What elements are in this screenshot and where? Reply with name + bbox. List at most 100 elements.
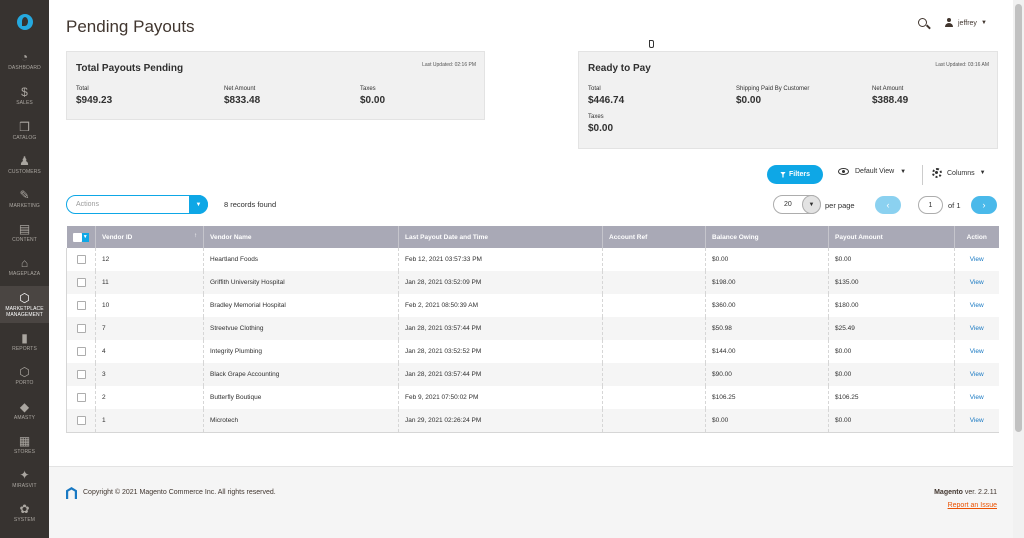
- scrollbar-thumb[interactable]: [1015, 4, 1022, 432]
- cell-account-ref: [602, 294, 706, 317]
- cell-payout-amount: $0.00: [828, 363, 955, 386]
- ready-taxes: Taxes $0.00: [588, 114, 613, 134]
- default-view-dropdown[interactable]: Default View ▼: [838, 168, 906, 175]
- sidebar-item-reports[interactable]: ▮ Reports: [0, 325, 49, 359]
- row-select-cell[interactable]: [66, 340, 96, 363]
- table-row[interactable]: 2 Butterfly Boutique Feb 9, 2021 07:50:02 …: [66, 386, 999, 409]
- sidebar-item-dashboard[interactable]: ◔ Dashboard: [0, 44, 49, 78]
- row-select-cell[interactable]: [66, 386, 96, 409]
- sidebar-item-mageplaza[interactable]: ⌂ Mageplaza: [0, 250, 49, 284]
- column-header-payout-amount[interactable]: Payout Amount: [828, 226, 955, 248]
- metric-value: $446.74: [588, 95, 625, 106]
- checkbox[interactable]: [72, 232, 82, 242]
- cell-payout-amount: $0.00: [828, 248, 955, 271]
- row-select-cell[interactable]: [66, 248, 96, 271]
- column-label: Vendor ID: [102, 233, 133, 241]
- row-select-cell[interactable]: [66, 294, 96, 317]
- column-header-vendor-name[interactable]: Vendor Name: [203, 226, 399, 248]
- chevron-down-icon[interactable]: ▼: [802, 195, 821, 214]
- page-number-input[interactable]: 1: [918, 196, 943, 214]
- magento-logo[interactable]: [0, 0, 49, 44]
- cell-vendor-id: 11: [95, 271, 204, 294]
- chevron-right-icon: ›: [982, 200, 986, 210]
- table-header-row: ▼ Vendor ID ↑ Vendor Name Last Payout Dat…: [66, 226, 999, 248]
- cell-vendor-name: Integrity Plumbing: [203, 340, 399, 363]
- column-label: Action: [966, 233, 987, 241]
- row-checkbox[interactable]: [76, 278, 86, 287]
- search-icon[interactable]: [916, 16, 932, 32]
- sidebar-item-amasty[interactable]: ◆ Amasty: [0, 394, 49, 428]
- cell-account-ref: [602, 409, 706, 433]
- view-link[interactable]: View: [970, 256, 984, 263]
- columns-dropdown[interactable]: Columns ▼: [932, 168, 986, 178]
- next-page-button[interactable]: ›: [971, 196, 997, 214]
- mass-select-header[interactable]: ▼: [66, 226, 96, 248]
- column-header-last-payout[interactable]: Last Payout Date and Time: [398, 226, 603, 248]
- view-link[interactable]: View: [970, 325, 984, 332]
- row-select-cell[interactable]: [66, 409, 96, 433]
- row-checkbox[interactable]: [76, 347, 86, 356]
- cell-vendor-name: Black Grape Accounting: [203, 363, 399, 386]
- row-checkbox[interactable]: [76, 415, 86, 425]
- sidebar-item-content[interactable]: ▤ Content: [0, 216, 49, 250]
- row-checkbox[interactable]: [76, 393, 86, 402]
- view-link[interactable]: View: [970, 302, 984, 309]
- page-scrollbar[interactable]: [1013, 0, 1024, 538]
- sidebar-item-marketplace-management[interactable]: ⬡ Marketplace Management: [0, 286, 49, 323]
- cell-vendor-id: 7: [95, 317, 204, 340]
- column-header-vendor-id[interactable]: Vendor ID ↑: [95, 226, 204, 248]
- metric-label: Net Amount: [872, 86, 904, 92]
- view-link[interactable]: View: [970, 371, 984, 378]
- sidebar-item-sales[interactable]: $ Sales: [0, 79, 49, 113]
- view-link[interactable]: View: [970, 417, 984, 424]
- table-row[interactable]: 12 Heartland Foods Feb 12, 2021 03:57:33 P…: [66, 248, 999, 271]
- table-row[interactable]: 11 Griffith University Hospital Jan 28, 20…: [66, 271, 999, 294]
- mass-select-checkbox[interactable]: ▼: [72, 232, 89, 242]
- sidebar-item-stores[interactable]: ▦ Stores: [0, 428, 49, 462]
- sidebar-item-label: Mirasvit: [12, 483, 37, 489]
- row-checkbox[interactable]: [76, 301, 86, 310]
- user-menu[interactable]: jeffrey ▼: [944, 18, 987, 28]
- table-row[interactable]: 3 Black Grape Accounting Jan 28, 2021 03:5…: [66, 363, 999, 386]
- sidebar-item-mirasvit[interactable]: ✦ Mirasvit: [0, 462, 49, 496]
- filters-button[interactable]: Filters: [767, 165, 823, 184]
- row-select-cell[interactable]: [66, 317, 96, 340]
- sidebar-item-label: Content: [12, 237, 37, 243]
- filters-label: Filters: [788, 171, 810, 178]
- pending-net-amount: Net Amount $833.48: [224, 86, 260, 106]
- row-checkbox[interactable]: [76, 324, 86, 333]
- sidebar-item-catalog[interactable]: ❒ Catalog: [0, 114, 49, 148]
- cell-action: View: [954, 294, 999, 317]
- sidebar-item-system[interactable]: ✿ System: [0, 496, 49, 530]
- ready-shipping-paid: Shipping Paid By Customer $0.00: [736, 86, 809, 106]
- chevron-down-icon[interactable]: ▼: [81, 232, 89, 242]
- table-row[interactable]: 10 Bradley Memorial Hospital Feb 2, 2021 0…: [66, 294, 999, 317]
- sales-icon: $: [21, 85, 28, 99]
- cell-action: View: [954, 386, 999, 409]
- view-link[interactable]: View: [970, 394, 984, 401]
- sidebar-item-marketing[interactable]: ✎ Marketing: [0, 182, 49, 216]
- chevron-down-icon[interactable]: ▼: [189, 195, 208, 214]
- cell-balance-owing: $360.00: [705, 294, 829, 317]
- row-select-cell[interactable]: [66, 271, 96, 294]
- column-label: Vendor Name: [210, 233, 252, 241]
- cell-vendor-id: 1: [95, 409, 204, 433]
- column-header-account-ref[interactable]: Account Ref: [602, 226, 706, 248]
- sidebar-item-porto[interactable]: ⬡ Porto: [0, 359, 49, 393]
- row-checkbox[interactable]: [76, 255, 86, 264]
- report-issue-link[interactable]: Report an Issue: [948, 502, 997, 509]
- previous-page-button[interactable]: ‹: [875, 196, 901, 214]
- table-row[interactable]: 1 Microtech Jan 29, 2021 02:26:24 PM $0.00 $…: [66, 409, 999, 433]
- view-link[interactable]: View: [970, 348, 984, 355]
- column-header-balance-owing[interactable]: Balance Owing: [705, 226, 829, 248]
- cell-last-payout: Jan 28, 2021 03:57:44 PM: [398, 317, 603, 340]
- actions-dropdown[interactable]: Actions ▼: [66, 195, 208, 214]
- row-checkbox[interactable]: [76, 370, 86, 379]
- table-row[interactable]: 7 Streetvue Clothing Jan 28, 2021 03:57:44…: [66, 317, 999, 340]
- cell-balance-owing: $106.25: [705, 386, 829, 409]
- row-select-cell[interactable]: [66, 363, 96, 386]
- sidebar-item-customers[interactable]: ♟ Customers: [0, 148, 49, 182]
- per-page-select[interactable]: 20 ▼: [773, 195, 821, 214]
- table-row[interactable]: 4 Integrity Plumbing Jan 28, 2021 03:52:52…: [66, 340, 999, 363]
- view-link[interactable]: View: [970, 279, 984, 286]
